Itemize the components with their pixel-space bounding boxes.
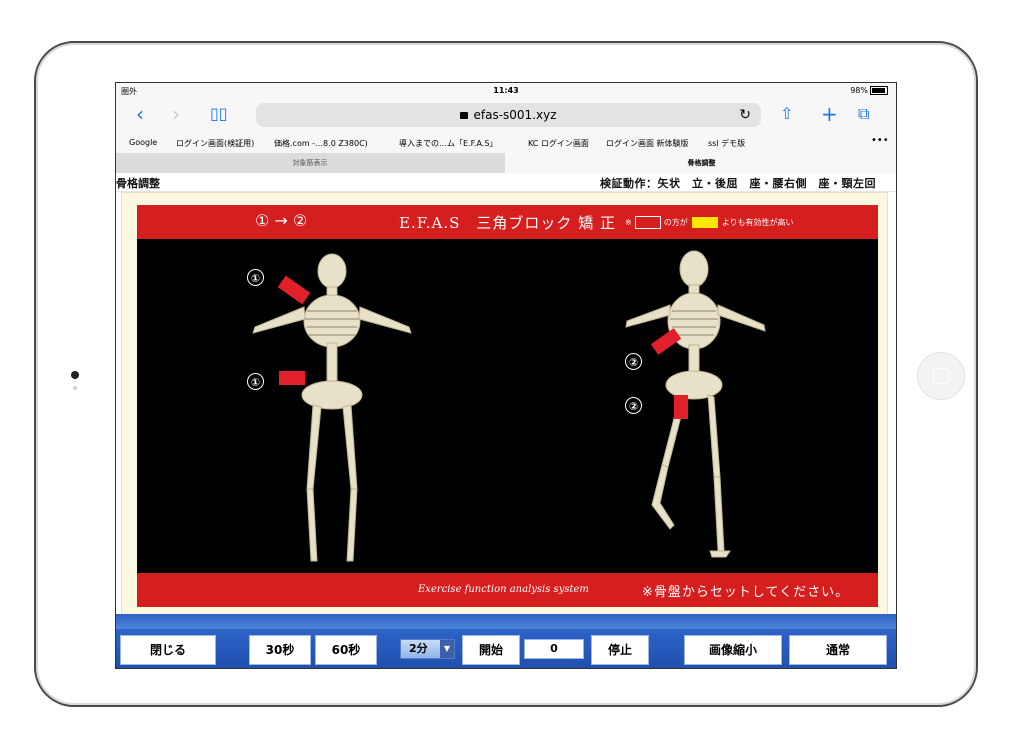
efas-footer: Exercise function analysis system ※骨盤からセ…: [137, 573, 878, 607]
more-icon[interactable]: •••: [871, 135, 889, 146]
yellow-swatch: [691, 217, 718, 228]
bookmark-item[interactable]: ssl デモ版: [708, 138, 745, 149]
bookmark-item[interactable]: 導入までの…ム「E.F.A.S」: [399, 138, 497, 149]
chevron-down-icon: ▼: [440, 640, 454, 658]
skeleton-back-view: [252, 253, 412, 562]
stop-button[interactable]: 停止: [591, 635, 649, 665]
tab-bar: 対象筋表示 × 骨格調整: [116, 153, 896, 173]
tab-skeleton-adjust[interactable]: 骨格調整: [505, 153, 896, 173]
red-block: [674, 395, 688, 419]
footer-instruction: ※骨盤からセットしてください。: [642, 585, 850, 600]
clock: 11:43: [493, 86, 519, 95]
home-button[interactable]: [917, 352, 965, 400]
marker-1: ①: [247, 269, 264, 286]
screen: 圏外 11:43 98% ‹ › ▯▯ efas-s001.xyz ↻ ⇧ + …: [115, 82, 897, 669]
tab-target-muscles[interactable]: 対象筋表示: [116, 153, 504, 173]
url-text: efas-s001.xyz: [473, 108, 557, 122]
close-button[interactable]: 閉じる: [120, 635, 216, 665]
normal-button[interactable]: 通常: [789, 635, 887, 665]
marker-1: ①: [247, 373, 264, 390]
shrink-image-button[interactable]: 画像縮小: [684, 635, 782, 665]
counter-field[interactable]: 0: [524, 639, 584, 659]
back-icon[interactable]: ‹: [136, 102, 144, 126]
verify-text: 検証動作：矢状 立・後屈 座・腰右側 座・頸左回: [600, 177, 876, 190]
bookmark-item[interactable]: ログイン画面 新体験版: [606, 138, 689, 149]
new-tab-icon[interactable]: +: [821, 102, 838, 126]
60sec-button[interactable]: 60秒: [315, 635, 377, 665]
marker-2: ②: [625, 397, 642, 414]
duration-value: 2分: [409, 642, 428, 655]
bookmarks-icon[interactable]: ▯▯: [210, 102, 228, 126]
forward-icon[interactable]: ›: [172, 102, 180, 126]
red-block: [279, 371, 305, 385]
battery-icon: [870, 86, 888, 95]
bookmark-item[interactable]: Google: [129, 138, 157, 147]
bookmarks-bar: Google ログイン画面(検証用) 価格.com -…8.0 Z380C) 導…: [116, 131, 896, 153]
red-swatch: [634, 216, 661, 229]
bottom-toolbar: 閉じる 30秒 60秒 2分 ▼ 開始 0 停止 画像縮小 通常: [116, 629, 896, 668]
page-title: 骨格調整: [116, 177, 160, 190]
battery-indicator: 98%: [850, 86, 888, 95]
camera: [71, 371, 79, 379]
sequence-label: ① → ②: [255, 211, 308, 230]
30sec-button[interactable]: 30秒: [249, 635, 311, 665]
efas-title: E.F.A.S 三角ブロック 矯 正: [399, 214, 616, 232]
wave-band: [116, 614, 896, 629]
efas-panel: ① → ② E.F.A.S 三角ブロック 矯 正 ※の方がよりも有効性が高い: [137, 205, 878, 607]
share-icon[interactable]: ⇧: [780, 102, 793, 126]
page-header: 骨格調整 検証動作：矢状 立・後屈 座・腰右側 座・頸左回: [116, 173, 896, 192]
lock-icon: [460, 112, 469, 119]
skeleton-front-view: [625, 250, 766, 558]
duration-select[interactable]: 2分 ▼: [400, 639, 455, 659]
bookmark-item[interactable]: ログイン画面(検証用): [176, 138, 254, 149]
footer-en: Exercise function analysis system: [418, 584, 589, 595]
browser-nav: ‹ › ▯▯ efas-s001.xyz ↻ ⇧ + ⧉: [116, 98, 896, 131]
bookmark-item[interactable]: 価格.com -…8.0 Z380C): [274, 138, 368, 149]
efficacy-note: ※ の方が よりも有効性が高い: [625, 216, 794, 229]
start-button[interactable]: 開始: [462, 635, 520, 665]
bookmark-item[interactable]: KC ログイン画面: [528, 138, 589, 149]
status-bar: 圏外 11:43 98%: [116, 83, 896, 98]
efas-header: ① → ② E.F.A.S 三角ブロック 矯 正 ※ の方が よりも有効性が高い: [137, 205, 878, 239]
sensor: [73, 386, 77, 390]
reload-icon[interactable]: ↻: [739, 103, 751, 127]
marker-2: ②: [625, 353, 642, 370]
tabs-icon[interactable]: ⧉: [858, 102, 869, 126]
address-bar[interactable]: efas-s001.xyz ↻: [256, 103, 761, 127]
